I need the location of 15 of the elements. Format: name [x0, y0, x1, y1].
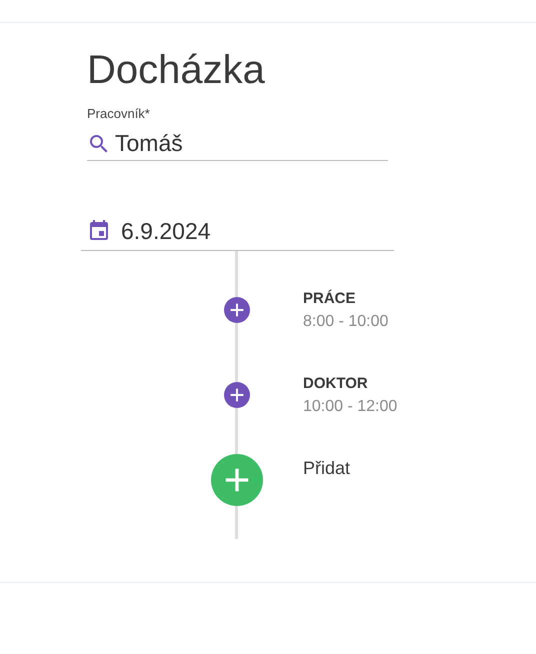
plus-icon	[223, 466, 251, 494]
entry-title: DOKTOR	[303, 375, 368, 392]
date-field[interactable]: 6.9.2024	[81, 212, 394, 251]
add-entry-button[interactable]	[224, 382, 250, 408]
plus-icon	[229, 302, 245, 318]
worker-field[interactable]: Tomáš	[87, 127, 388, 161]
field-label: Pracovník*	[87, 106, 150, 121]
entry-time: 10:00 - 12:00	[303, 398, 398, 416]
page-title: Docházka	[87, 47, 266, 94]
calendar-icon	[87, 219, 111, 243]
add-entry-button[interactable]	[224, 297, 250, 323]
add-label: Přidat	[303, 458, 350, 479]
plus-icon	[229, 387, 245, 403]
entry-time: 8:00 - 10:00	[303, 313, 388, 331]
entry-title: PRÁCE	[303, 290, 356, 307]
